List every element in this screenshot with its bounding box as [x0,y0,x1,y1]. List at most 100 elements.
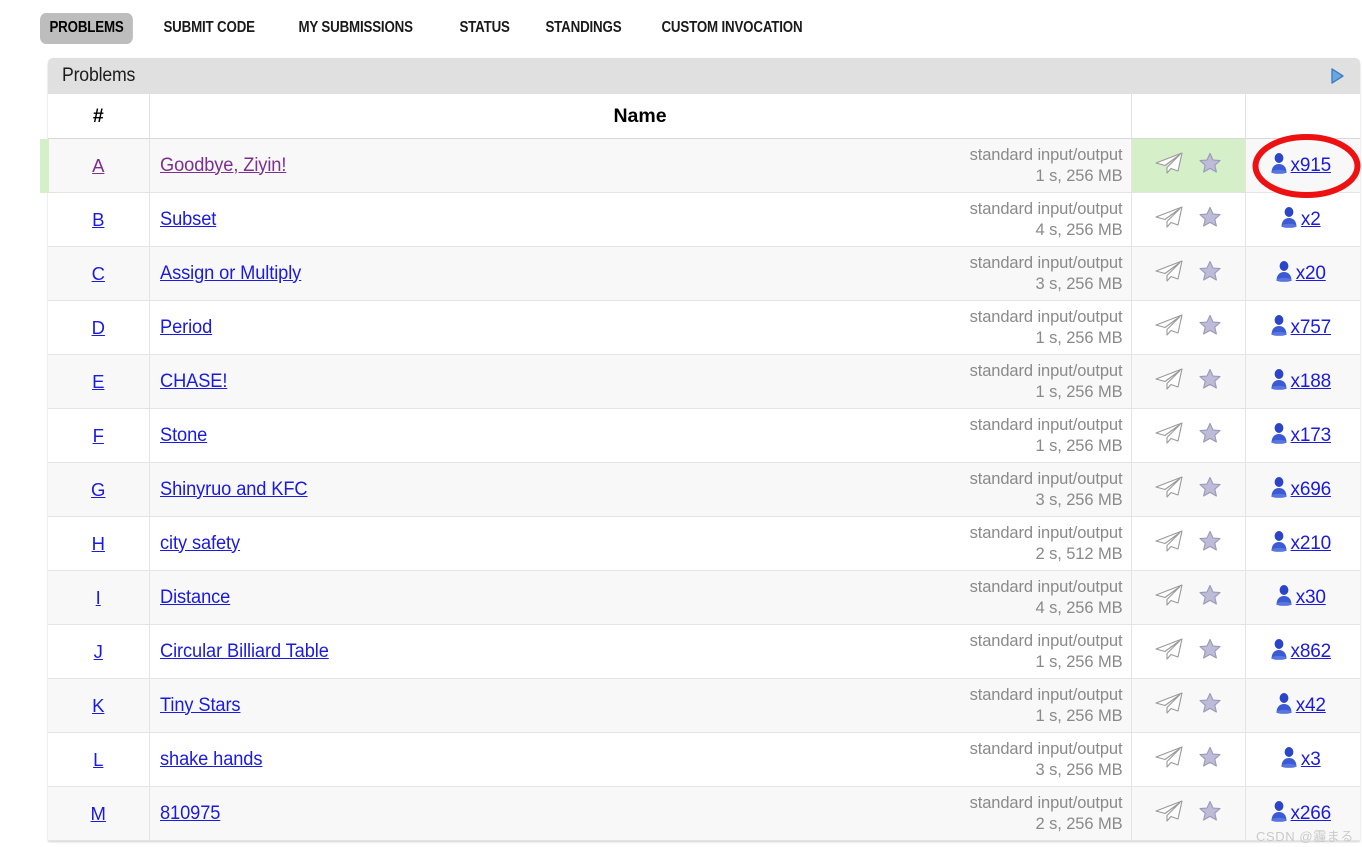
problem-name-link[interactable]: Stone [160,425,207,447]
problem-solvers-cell: x2 [1245,192,1360,247]
problem-name-link[interactable]: Shinyruo and KFC [160,479,308,501]
problem-name-link[interactable]: Goodbye, Ziyin! [160,155,286,177]
problem-index-cell: B [48,192,150,247]
star-icon[interactable] [1198,691,1222,720]
paper-plane-icon[interactable] [1154,529,1184,558]
solvers-count-link[interactable]: x210 [1291,533,1332,555]
problem-index-link[interactable]: M [91,803,106,824]
star-icon[interactable] [1198,313,1222,342]
paper-plane-icon[interactable] [1154,583,1184,612]
table-row[interactable]: G Shinyruo and KFC standard input/output 3 … [48,462,1360,517]
paper-plane-icon[interactable] [1154,799,1184,828]
nav-tab-my-submissions[interactable]: MY SUBMISSIONS [289,13,422,44]
table-row[interactable]: M 810975 standard input/output 2 s, 256 MB x… [48,786,1360,841]
solvers-count-link[interactable]: x20 [1296,263,1326,285]
star-icon[interactable] [1198,151,1222,180]
star-icon[interactable] [1198,205,1222,234]
paper-plane-icon[interactable] [1154,475,1184,504]
table-row[interactable]: J Circular Billiard Table standard input/o… [48,624,1360,679]
problem-name-link[interactable]: Distance [160,587,230,609]
paper-plane-icon[interactable] [1154,151,1184,180]
table-row[interactable]: C Assign or Multiply standard input/output… [48,246,1360,301]
problem-index-link[interactable]: I [96,587,101,608]
solvers-count-link[interactable]: x42 [1296,695,1326,717]
star-icon[interactable] [1198,529,1222,558]
nav-tab-problems[interactable]: PROBLEMS [40,12,134,44]
star-icon[interactable] [1198,745,1222,774]
problem-name-link[interactable]: Assign or Multiply [160,263,301,285]
problem-time-memory: 1 s, 256 MB [1035,382,1123,401]
star-icon[interactable] [1198,259,1222,288]
table-row[interactable]: F Stone standard input/output 1 s, 256 MB x1… [48,408,1360,463]
problem-name-cell: Tiny Stars standard input/output 1 s, 256 … [149,678,1132,733]
problem-name-link[interactable]: 810975 [160,803,220,825]
problem-limits: standard input/output 1 s, 256 MB [970,685,1123,727]
paper-plane-icon[interactable] [1154,313,1184,342]
problem-limits: standard input/output 4 s, 256 MB [970,577,1123,619]
table-row[interactable]: Lshake hands standard input/output 3 s, 25… [48,732,1360,787]
solvers-count-link[interactable]: x3 [1301,749,1321,771]
nav-tab-standings[interactable]: STANDINGS [536,13,631,44]
problem-index-cell: K [48,678,150,733]
star-icon[interactable] [1198,637,1222,666]
user-icon [1269,314,1289,341]
nav-tab-submit-code[interactable]: SUBMIT CODE [154,13,264,44]
problem-index-cell: J [48,624,150,679]
table-row[interactable]: Hcity safety standard input/output 2 s, 51… [48,516,1360,571]
solvers-count-link[interactable]: x915 [1291,155,1332,177]
problem-name-link[interactable]: shake hands [160,749,262,771]
table-row[interactable]: E CHASE! standard input/output 1 s, 256 MB x… [48,354,1360,409]
problem-name-link[interactable]: CHASE! [160,371,227,393]
problem-name-link[interactable]: Period [160,317,212,339]
solvers-count-link[interactable]: x173 [1291,425,1332,447]
paper-plane-icon[interactable] [1154,745,1184,774]
solvers-count-link[interactable]: x696 [1291,479,1332,501]
solvers-count-link[interactable]: x266 [1291,803,1332,825]
problem-index-link[interactable]: A [92,155,104,176]
problem-name-link[interactable]: Circular Billiard Table [160,641,329,663]
problem-index-link[interactable]: H [92,533,105,554]
paper-plane-icon[interactable] [1154,421,1184,450]
table-row[interactable]: D Period standard input/output 1 s, 256 MB x… [48,300,1360,355]
solvers-count-link[interactable]: x188 [1291,371,1332,393]
problem-index-link[interactable]: L [93,749,103,770]
table-row[interactable]: I Distance standard input/output 4 s, 256 M… [48,570,1360,625]
star-icon[interactable] [1198,475,1222,504]
star-icon[interactable] [1198,799,1222,828]
problem-name-link[interactable]: Tiny Stars [160,695,241,717]
problem-index-link[interactable]: B [92,209,104,230]
star-icon[interactable] [1198,367,1222,396]
solvers-count-link[interactable]: x862 [1291,641,1332,663]
paper-plane-icon[interactable] [1154,637,1184,666]
nav-tab-custom-invocation[interactable]: CUSTOM INVOCATION [652,13,812,44]
problem-time-memory: 1 s, 256 MB [1035,166,1123,185]
problem-limits: standard input/output 1 s, 256 MB [970,307,1123,349]
user-icon [1269,476,1289,503]
problem-index-link[interactable]: J [94,641,103,662]
problem-index-link[interactable]: F [93,425,104,446]
paper-plane-icon[interactable] [1154,205,1184,234]
solvers-count-link[interactable]: x757 [1291,317,1332,339]
problem-name-link[interactable]: Subset [160,209,216,231]
triangle-right-icon[interactable] [1328,66,1346,86]
solvers-count-link[interactable]: x2 [1301,209,1321,231]
user-icon [1274,260,1294,287]
solvers-count-link[interactable]: x30 [1296,587,1326,609]
star-icon[interactable] [1198,583,1222,612]
paper-plane-icon[interactable] [1154,259,1184,288]
problem-index-link[interactable]: K [92,695,104,716]
star-icon[interactable] [1198,421,1222,450]
table-row[interactable]: A Goodbye, Ziyin! standard input/output 1 s… [48,138,1360,193]
problem-index-link[interactable]: C [92,263,105,284]
user-icon [1269,422,1289,449]
problem-index-link[interactable]: E [92,371,104,392]
paper-plane-icon[interactable] [1154,367,1184,396]
problem-name-link[interactable]: city safety [160,533,240,555]
problem-index-link[interactable]: D [92,317,105,338]
nav-tab-status[interactable]: STATUS [450,13,519,44]
table-row[interactable]: B Subset standard input/output 4 s, 256 MB x… [48,192,1360,247]
problem-actions-cell [1131,786,1246,841]
paper-plane-icon[interactable] [1154,691,1184,720]
problem-index-link[interactable]: G [91,479,105,500]
table-row[interactable]: K Tiny Stars standard input/output 1 s, 256… [48,678,1360,733]
